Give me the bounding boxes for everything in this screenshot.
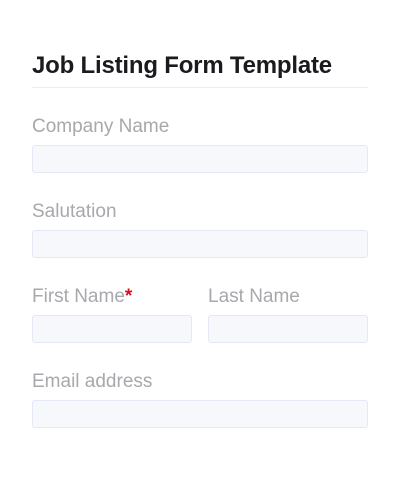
- last-name-label-text: Last Name: [208, 286, 300, 307]
- first-name-label: First Name*: [32, 285, 192, 309]
- company-name-label-text: Company Name: [32, 116, 170, 137]
- last-name-field: Last Name: [208, 285, 368, 343]
- first-name-input[interactable]: [32, 315, 192, 343]
- company-name-label: Company Name: [32, 115, 368, 139]
- company-name-field: Company Name: [32, 115, 368, 173]
- last-name-label: Last Name: [208, 285, 368, 309]
- name-row: First Name* Last Name: [32, 285, 368, 343]
- required-asterisk: *: [124, 286, 133, 307]
- company-name-input[interactable]: [32, 145, 368, 173]
- email-label-text: Email address: [32, 371, 153, 392]
- title-divider: [32, 87, 368, 88]
- last-name-input[interactable]: [208, 315, 368, 343]
- salutation-input[interactable]: [32, 230, 368, 258]
- salutation-label-text: Salutation: [32, 201, 117, 222]
- salutation-label: Salutation: [32, 200, 368, 224]
- email-input[interactable]: [32, 400, 368, 428]
- email-field: Email address: [32, 370, 368, 428]
- form-title: Job Listing Form Template: [32, 52, 332, 79]
- job-listing-form: Job Listing Form Template Company Name S…: [32, 0, 368, 428]
- first-name-field: First Name*: [32, 285, 192, 343]
- salutation-field: Salutation: [32, 200, 368, 258]
- email-label: Email address: [32, 370, 368, 394]
- first-name-label-text: First Name: [32, 286, 125, 307]
